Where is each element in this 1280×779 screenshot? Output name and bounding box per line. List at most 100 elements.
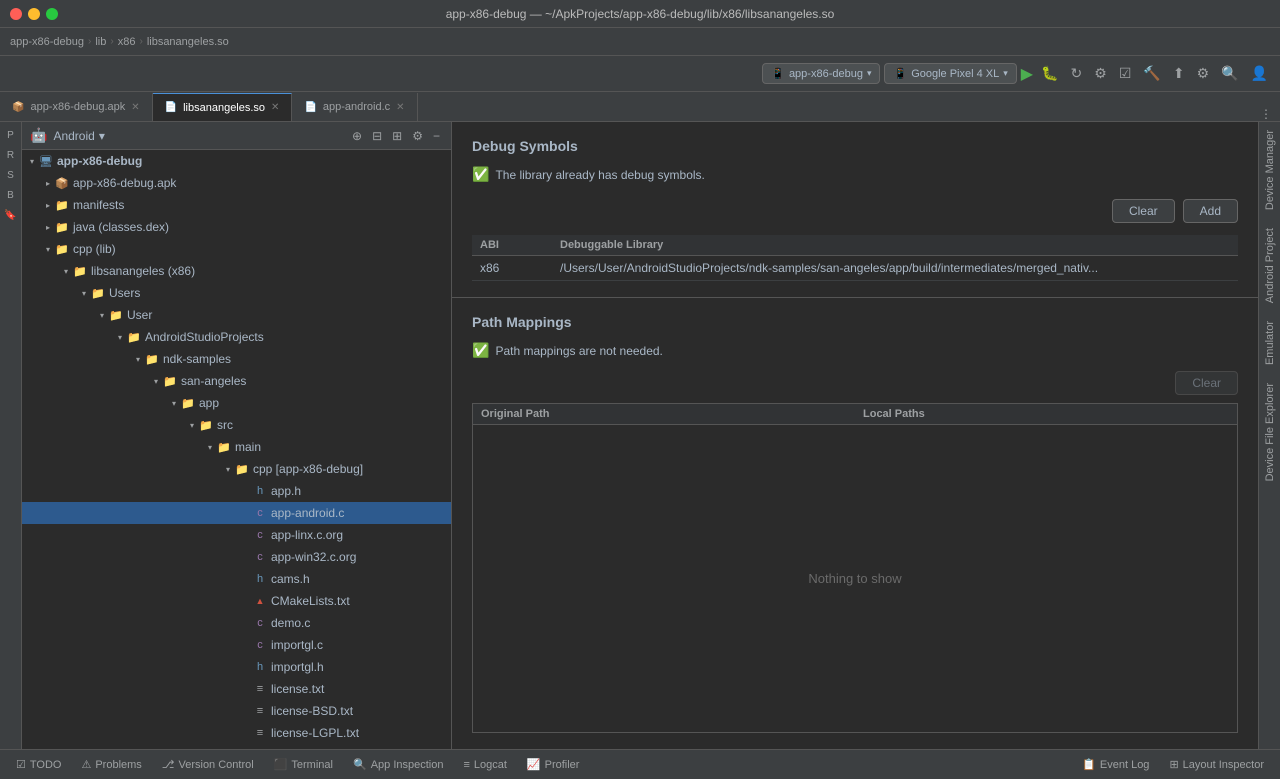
root-toggle[interactable] [26, 155, 38, 167]
profiler-label: Profiler [545, 759, 580, 771]
users-label: Users [109, 286, 140, 300]
tree-node-root[interactable]: 🖥 app-x86-debug [22, 150, 451, 172]
problems-tab[interactable]: ⚠ Problems [73, 755, 149, 774]
profiler-tab[interactable]: 📈 Profiler [519, 755, 588, 774]
expand-icon[interactable]: ⊞ [389, 127, 405, 145]
tree-node-cams-h[interactable]: h cams.h [22, 568, 451, 590]
tree-node-cmake[interactable]: ▲ CMakeLists.txt [22, 590, 451, 612]
user-toggle[interactable] [96, 309, 108, 321]
version-control-tab[interactable]: ⎇ Version Control [154, 755, 262, 774]
device-file-explorer-label[interactable]: Device File Explorer [1261, 375, 1279, 489]
cpp-icon: 📁 [54, 241, 70, 257]
locate-icon[interactable]: ⊕ [349, 127, 365, 145]
settings-icon[interactable]: ⚙ [1193, 63, 1214, 84]
layout-inspector-tab[interactable]: ⊞ Layout Inspector [1161, 755, 1272, 774]
sync-icon[interactable]: ↻ [1067, 63, 1087, 84]
hide-icon[interactable]: − [430, 127, 443, 145]
device-build-selector[interactable]: 📱 app-x86-debug ▾ [762, 63, 880, 84]
tree-node-demo-c[interactable]: c demo.c [22, 612, 451, 634]
deploy-icon[interactable]: ⬆ [1169, 63, 1189, 84]
structure-icon[interactable]: S [2, 166, 20, 184]
run-button[interactable]: ▶ [1021, 64, 1033, 84]
apk-toggle[interactable]: ▸ [42, 177, 54, 189]
terminal-tab[interactable]: ⬛ Terminal [266, 755, 341, 774]
tree-node-license-bsd[interactable]: ≡ license-BSD.txt [22, 700, 451, 722]
todo-tab[interactable]: ☑ TODO [8, 755, 69, 774]
tree-node-license-lgpl[interactable]: ≡ license-LGPL.txt [22, 722, 451, 744]
tab-so[interactable]: 📄 libsanangeles.so ✕ [153, 93, 293, 121]
java-toggle[interactable]: ▸ [42, 221, 54, 233]
src-toggle[interactable] [186, 419, 198, 431]
cpp-toggle[interactable] [42, 243, 54, 255]
users-toggle[interactable] [78, 287, 90, 299]
account-icon[interactable]: 👤 [1247, 63, 1272, 84]
tree-node-src[interactable]: 📁 src [22, 414, 451, 436]
profile-icon[interactable]: ⚙ [1090, 63, 1111, 84]
cpp-debug-toggle[interactable] [222, 463, 234, 475]
tab-c[interactable]: 📄 app-android.c ✕ [292, 93, 417, 121]
tab-apk[interactable]: 📦 app-x86-debug.apk ✕ [0, 93, 153, 121]
event-log-tab[interactable]: 📋 Event Log [1074, 755, 1157, 774]
breadcrumb-item-2[interactable]: lib [95, 36, 106, 48]
tree-node-importgl-c[interactable]: c importgl.c [22, 634, 451, 656]
tree-node-user[interactable]: 📁 User [22, 304, 451, 326]
tree-node-manifests[interactable]: ▸ 📁 manifests [22, 194, 451, 216]
coverage-icon[interactable]: ☑ [1115, 63, 1136, 84]
build-variants-icon[interactable]: B [2, 186, 20, 204]
sanangeles-toggle[interactable] [150, 375, 162, 387]
tree-node-cpp-debug[interactable]: 📁 cpp [app-x86-debug] [22, 458, 451, 480]
debug-symbols-status-row: ✅ The library already has debug symbols. [472, 166, 1238, 183]
search-icon[interactable]: 🔍 [1217, 63, 1242, 84]
tree-node-asp[interactable]: 📁 AndroidStudioProjects [22, 326, 451, 348]
tab-apk-close[interactable]: ✕ [131, 102, 139, 113]
main-toggle[interactable] [204, 441, 216, 453]
tree-node-importgl-h[interactable]: h importgl.h [22, 656, 451, 678]
breadcrumb-item-3[interactable]: x86 [118, 36, 136, 48]
asp-toggle[interactable] [114, 331, 126, 343]
debug-icon[interactable]: 🐛 [1037, 63, 1062, 84]
tree-node-ndk[interactable]: 📁 ndk-samples [22, 348, 451, 370]
logcat-tab[interactable]: ≡ Logcat [455, 756, 514, 774]
collapse-icon[interactable]: ⊟ [369, 127, 385, 145]
tab-more-button[interactable]: ⋮ [1252, 107, 1280, 121]
maximize-button[interactable] [46, 8, 58, 20]
breadcrumb-item-4[interactable]: libsanangeles.so [147, 36, 229, 48]
close-button[interactable] [10, 8, 22, 20]
tree-node-app-android[interactable]: c app-android.c [22, 502, 451, 524]
app-inspection-tab[interactable]: 🔍 App Inspection [345, 755, 451, 774]
file-tree-content[interactable]: 🖥 app-x86-debug ▸ 📦 app-x86-debug.apk ▸ … [22, 150, 451, 749]
debug-add-button[interactable]: Add [1183, 199, 1238, 223]
ndk-toggle[interactable] [132, 353, 144, 365]
android-project-label[interactable]: Android Project [1261, 220, 1279, 311]
bookmarks-icon[interactable]: 🔖 [2, 206, 20, 224]
tree-node-java[interactable]: ▸ 📁 java (classes.dex) [22, 216, 451, 238]
tree-node-apk[interactable]: ▸ 📦 app-x86-debug.apk [22, 172, 451, 194]
manifests-toggle[interactable]: ▸ [42, 199, 54, 211]
debug-clear-button[interactable]: Clear [1112, 199, 1175, 223]
tree-node-license[interactable]: ≡ license.txt [22, 678, 451, 700]
pixel-selector[interactable]: 📱 Google Pixel 4 XL ▾ [884, 63, 1016, 84]
breadcrumb-item-1[interactable]: app-x86-debug [10, 36, 84, 48]
tree-node-users[interactable]: 📁 Users [22, 282, 451, 304]
tree-node-sanangeles[interactable]: 📁 san-angeles [22, 370, 451, 392]
build-icon[interactable]: 🔨 [1139, 63, 1164, 84]
tree-node-app-win32[interactable]: c app-win32.c.org [22, 546, 451, 568]
emulator-label[interactable]: Emulator [1261, 313, 1279, 373]
libsan-toggle[interactable] [60, 265, 72, 277]
app-toggle[interactable] [168, 397, 180, 409]
tree-node-app-h[interactable]: h app.h [22, 480, 451, 502]
minimize-button[interactable] [28, 8, 40, 20]
gear-icon[interactable]: ⚙ [409, 127, 426, 145]
tab-c-close[interactable]: ✕ [396, 102, 404, 113]
tree-node-app-linx[interactable]: c app-linx.c.org [22, 524, 451, 546]
device-manager-label[interactable]: Device Manager [1261, 122, 1279, 218]
tree-node-main[interactable]: 📁 main [22, 436, 451, 458]
project-icon[interactable]: P [2, 126, 20, 144]
resource-manager-icon[interactable]: R [2, 146, 20, 164]
path-clear-button[interactable]: Clear [1175, 371, 1238, 395]
tree-node-cpp[interactable]: 📁 cpp (lib) [22, 238, 451, 260]
tree-node-app[interactable]: 📁 app [22, 392, 451, 414]
tree-node-libsanangeles[interactable]: 📁 libsanangeles (x86) [22, 260, 451, 282]
tab-so-close[interactable]: ✕ [271, 102, 279, 113]
android-dropdown[interactable]: Android ▾ [53, 129, 104, 143]
